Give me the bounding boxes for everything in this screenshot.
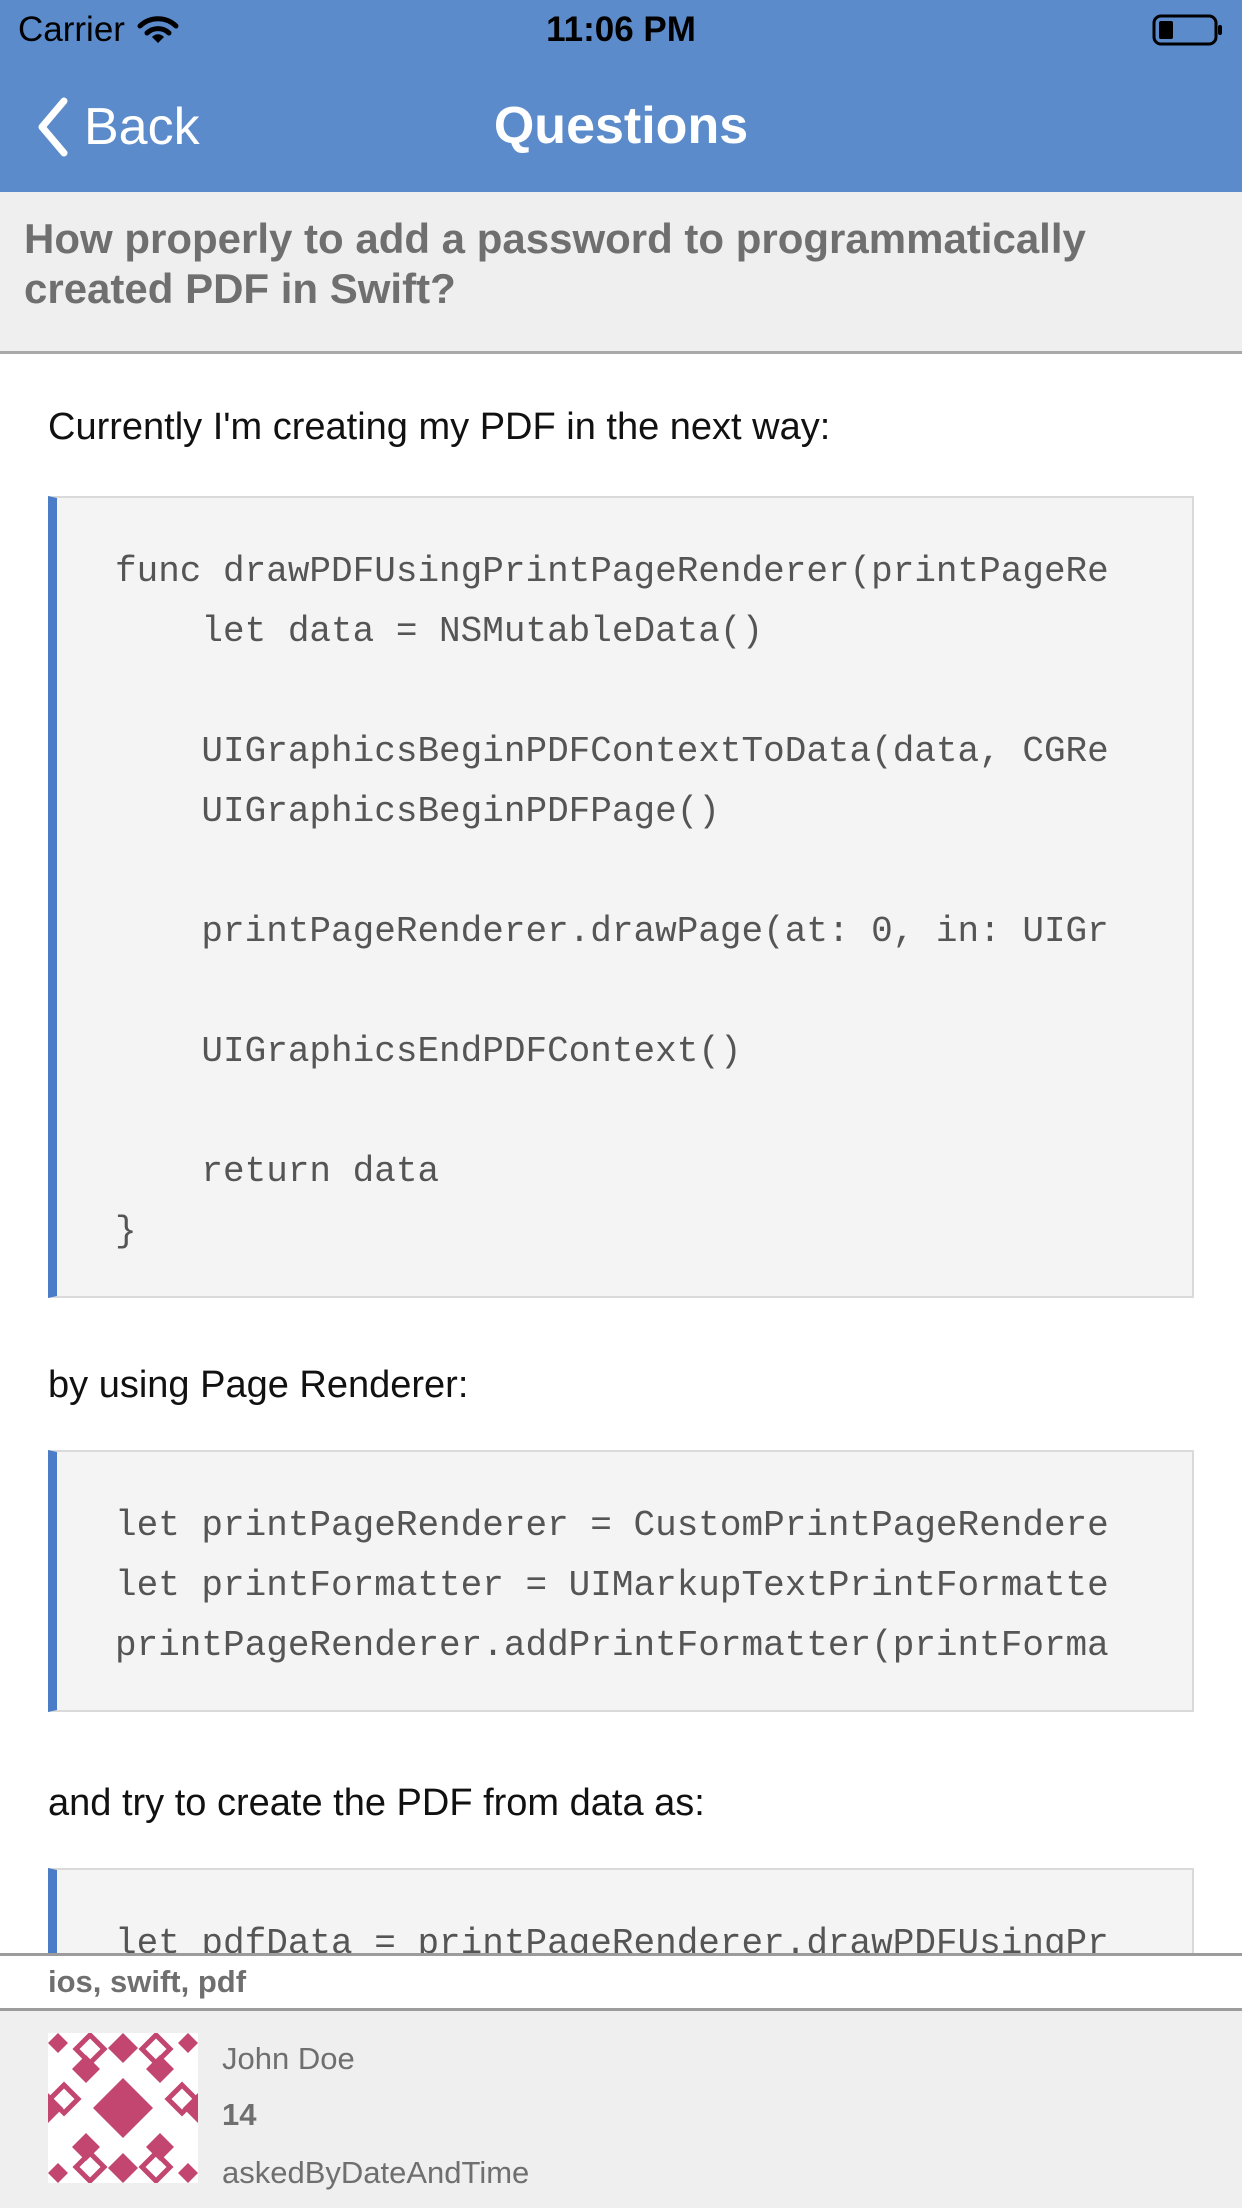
code-text-2: let printPageRenderer = CustomPrintPageR… xyxy=(115,1505,1109,1666)
navigation-bar: Back Questions xyxy=(0,62,1242,192)
user-info: John Doe 14 askedByDateAndTime xyxy=(0,2011,1242,2208)
paragraph-1: Currently I'm creating my PDF in the nex… xyxy=(48,406,831,448)
code-text-1: func drawPDFUsingPrintPageRenderer(print… xyxy=(115,551,1109,1252)
asked-date: askedByDateAndTime xyxy=(222,2155,530,2190)
page-title: Questions xyxy=(493,97,749,155)
question-header: How properly to add a password to progra… xyxy=(0,192,1242,354)
tags-bar: ios, swift, pdf xyxy=(0,1953,1242,2011)
status-bar: Carrier 11:06 PM xyxy=(0,0,1242,62)
code-block-1: func drawPDFUsingPrintPageRenderer(print… xyxy=(48,496,1194,1298)
code-block-2: let printPageRenderer = CustomPrintPageR… xyxy=(48,1450,1194,1712)
user-reputation: 14 xyxy=(222,2097,257,2132)
code-text-3: let pdfData = printPageRenderer.drawPDFU… xyxy=(115,1923,1109,1953)
battery-icon xyxy=(1152,14,1222,46)
user-name[interactable]: John Doe xyxy=(222,2041,355,2077)
avatar[interactable] xyxy=(48,2033,198,2183)
paragraph-2: by using Page Renderer: xyxy=(48,1364,469,1406)
clock: 11:06 PM xyxy=(546,10,696,49)
paragraph-3: and try to create the PDF from data as: xyxy=(48,1782,705,1824)
tags-list: ios, swift, pdf xyxy=(48,1964,247,1999)
question-body[interactable]: Currently I'm creating my PDF in the nex… xyxy=(0,354,1242,1953)
question-title: How properly to add a password to progra… xyxy=(24,215,1086,312)
code-block-3: let pdfData = printPageRenderer.drawPDFU… xyxy=(48,1868,1194,1953)
